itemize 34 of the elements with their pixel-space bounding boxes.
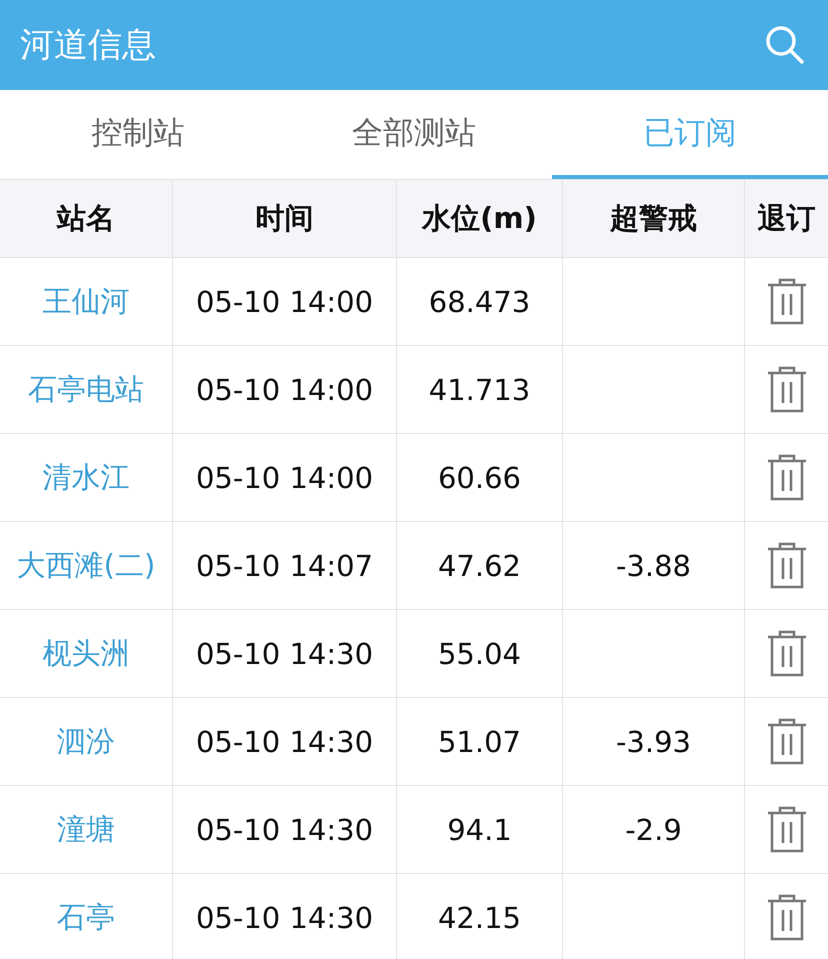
column-header: 超警戒 <box>610 200 697 236</box>
water-level-cell: 68.473 <box>428 284 530 318</box>
water-level-cell: 47.62 <box>438 548 522 582</box>
station-link[interactable]: 清水江 <box>42 458 130 498</box>
station-link[interactable]: 大西滩(二) <box>16 546 156 586</box>
station-link[interactable]: 王仙河 <box>42 282 130 322</box>
column-header: 时间 <box>256 200 314 236</box>
over-warning-cell: -3.93 <box>616 724 692 758</box>
water-level-cell: 42.15 <box>438 900 522 934</box>
station-link[interactable]: 泗汾 <box>57 722 115 762</box>
water-level-cell: 41.713 <box>428 372 530 406</box>
station-link[interactable]: 潼塘 <box>57 810 115 850</box>
station-link[interactable]: 石亭电站 <box>28 370 144 410</box>
page-title: 河道信息 <box>20 24 156 67</box>
time-cell: 05-10 14:00 <box>196 460 374 494</box>
station-link[interactable]: 石亭 <box>57 898 115 938</box>
water-level-cell: 60.66 <box>438 460 522 494</box>
time-cell: 05-10 14:00 <box>196 284 374 318</box>
search-icon[interactable] <box>764 24 806 66</box>
station-link[interactable]: 枧头洲 <box>42 634 130 674</box>
time-cell: 05-10 14:30 <box>196 724 374 758</box>
water-level-cell: 94.1 <box>447 812 512 846</box>
water-level-cell: 51.07 <box>438 724 522 758</box>
column-header: 站名 <box>57 200 115 236</box>
time-cell: 05-10 14:30 <box>196 812 374 846</box>
column-header: 水位(m) <box>422 200 537 236</box>
water-level-cell: 55.04 <box>438 636 522 670</box>
time-cell: 05-10 14:00 <box>196 372 374 406</box>
column-header: 退订 <box>758 200 816 236</box>
over-warning-cell: -3.88 <box>616 548 692 582</box>
time-cell: 05-10 14:30 <box>196 636 374 670</box>
time-cell: 05-10 14:30 <box>196 900 374 934</box>
time-cell: 05-10 14:07 <box>196 548 374 582</box>
over-warning-cell: -2.9 <box>625 812 682 846</box>
